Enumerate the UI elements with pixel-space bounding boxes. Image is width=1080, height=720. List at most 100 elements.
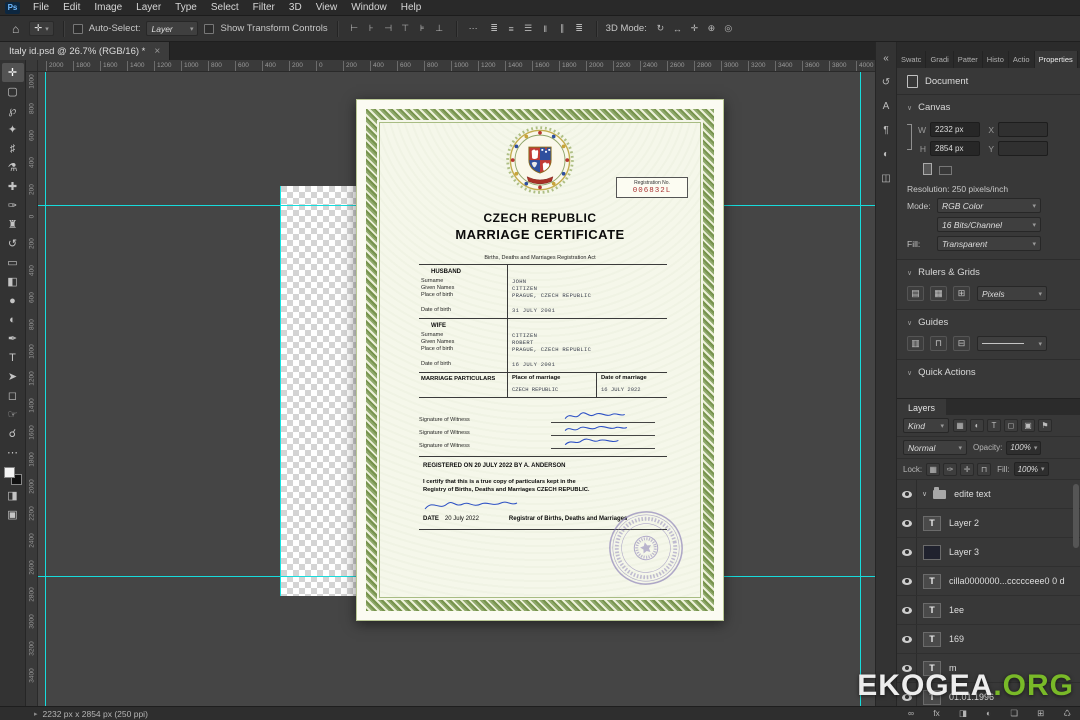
chevron-down-icon[interactable]: ∨	[907, 319, 912, 327]
distribute-bottom-icon[interactable]: ☰	[521, 21, 536, 36]
ruler-icon[interactable]: ▤	[907, 286, 924, 301]
layer-visibility-eye-icon[interactable]	[897, 596, 917, 624]
screen-mode-icon[interactable]: ▣	[2, 505, 24, 524]
tab-properties[interactable]: Properties	[1034, 51, 1078, 68]
pen-tool-icon[interactable]: ✒	[2, 329, 24, 348]
current-tool-indicator[interactable]: ✛ ▾	[29, 21, 54, 36]
lock-pixels-icon[interactable]: ✑	[943, 462, 958, 476]
adjustments-panel-icon[interactable]: ◐	[877, 146, 895, 162]
layers-panel-tab[interactable]: Layers	[897, 399, 947, 415]
layer-name[interactable]: 169	[949, 634, 964, 644]
collapse-panels-icon[interactable]: «	[877, 50, 895, 66]
align-center-horizontal-icon[interactable]: ⊦	[364, 21, 379, 36]
chevron-down-icon[interactable]: ∨	[907, 369, 912, 377]
quick-mask-icon[interactable]: ◨	[2, 486, 24, 505]
brush-tool-icon[interactable]: ✑	[2, 196, 24, 215]
auto-select-dropdown[interactable]: Layer ▾	[146, 21, 199, 36]
grid-icon[interactable]: ▦	[930, 286, 947, 301]
close-tab-icon[interactable]: ×	[154, 46, 160, 57]
distribute-middle-icon[interactable]: ≡	[504, 21, 519, 36]
layer-row[interactable]: T 169	[897, 625, 1080, 654]
history-panel-icon[interactable]: ↺	[877, 74, 895, 90]
3d-scale-icon[interactable]: ◎	[721, 21, 736, 36]
status-arrow-icon[interactable]: ▸	[34, 710, 38, 718]
libraries-panel-icon[interactable]: ◫	[877, 170, 895, 186]
menu-item[interactable]: 3D	[282, 2, 309, 13]
layer-row[interactable]: Layer 3	[897, 538, 1080, 567]
clone-stamp-tool-icon[interactable]: ♜	[2, 215, 24, 234]
lock-position-icon[interactable]: ✛	[960, 462, 975, 476]
align-middle-icon[interactable]: ⊧	[415, 21, 430, 36]
tab-gradients[interactable]: Gradi	[926, 51, 954, 68]
link-layers-icon[interactable]: ∞	[908, 708, 914, 719]
guide-style-dropdown[interactable]: ▾	[977, 336, 1047, 351]
paragraph-panel-icon[interactable]: ¶	[877, 122, 895, 138]
hand-tool-icon[interactable]: ☞	[2, 405, 24, 424]
layer-name[interactable]: 1ee	[949, 605, 964, 615]
landscape-orientation-icon[interactable]	[939, 166, 952, 175]
align-right-icon[interactable]: ⊣	[381, 21, 396, 36]
menu-item[interactable]: View	[309, 2, 345, 13]
home-icon[interactable]: ⌂	[8, 22, 23, 36]
path-select-tool-icon[interactable]: ➤	[2, 367, 24, 386]
3d-rotate-icon[interactable]: ↻	[653, 21, 668, 36]
blend-mode-dropdown[interactable]: Normal ▾	[903, 440, 967, 455]
filter-type-layers-icon[interactable]: T	[987, 419, 1001, 432]
certificate-document[interactable]: Registration No. 006832L CZECH REPUBLIC …	[356, 99, 724, 621]
foreground-color-swatch[interactable]	[3, 467, 15, 478]
layer-effects-icon[interactable]: fx	[933, 708, 940, 719]
layer-name[interactable]: cilla0000000...ccccceee0 0 d	[949, 576, 1065, 586]
layer-kind-dropdown[interactable]: Kind ▾	[903, 418, 949, 433]
color-mode-dropdown[interactable]: RGB Color ▾	[937, 198, 1041, 213]
layer-visibility-eye-icon[interactable]	[897, 625, 917, 653]
tab-swatches[interactable]: Swatc	[897, 51, 927, 68]
canvas-fill-dropdown[interactable]: Transparent ▾	[937, 236, 1041, 251]
menu-item[interactable]: Image	[87, 2, 129, 13]
chevron-down-icon[interactable]: ∨	[907, 104, 912, 112]
menu-item[interactable]: Filter	[246, 2, 282, 13]
horizontal-ruler[interactable]: 2000 1800 1600 1400 1200 1000 800 600 400 200 0 200…	[38, 60, 875, 72]
lock-transparency-icon[interactable]: ▦	[926, 462, 941, 476]
layer-row[interactable]: ∨ edite text	[897, 480, 1080, 509]
blur-tool-icon[interactable]: ●	[2, 291, 24, 310]
delete-layer-icon[interactable]: ♺	[1063, 708, 1071, 719]
marquee-tool-icon[interactable]: ▢	[2, 82, 24, 101]
layer-name[interactable]: Layer 3	[949, 547, 979, 557]
menu-item[interactable]: Window	[344, 2, 394, 13]
distribute-left-icon[interactable]: ‖	[538, 21, 553, 36]
more-align-options-icon[interactable]: ⋯	[466, 21, 481, 36]
type-tool-icon[interactable]: T	[2, 348, 24, 367]
move-tool-icon[interactable]: ✛	[1, 63, 24, 82]
align-left-icon[interactable]: ⊢	[347, 21, 362, 36]
zoom-tool-icon[interactable]: ☌	[2, 424, 24, 443]
gradient-tool-icon[interactable]: ◧	[2, 272, 24, 291]
distribute-right-icon[interactable]: ≣	[572, 21, 587, 36]
menu-item[interactable]: Layer	[129, 2, 168, 13]
ruler-origin-corner[interactable]	[26, 60, 38, 72]
distribute-top-icon[interactable]: ≣	[487, 21, 502, 36]
filter-adjustment-layers-icon[interactable]: ◐	[970, 419, 984, 432]
align-top-icon[interactable]: ⊤	[398, 21, 413, 36]
layer-row[interactable]: T 1ee	[897, 596, 1080, 625]
tab-histogram[interactable]: Histo	[983, 51, 1009, 68]
new-layer-icon[interactable]: ⊞	[1037, 708, 1044, 719]
clear-guides-icon[interactable]: ⊟	[953, 336, 970, 351]
lasso-tool-icon[interactable]: ℘	[2, 101, 24, 120]
menu-item[interactable]: Type	[168, 2, 204, 13]
filter-pixel-layers-icon[interactable]: ▦	[953, 419, 967, 432]
show-transform-checkbox[interactable]	[204, 23, 215, 34]
menu-item[interactable]: File	[26, 2, 56, 13]
color-swatches[interactable]	[3, 466, 23, 486]
guide-vertical[interactable]	[860, 72, 861, 706]
character-panel-icon[interactable]: A	[877, 98, 895, 114]
dodge-tool-icon[interactable]: ◐	[2, 310, 24, 329]
lock-all-icon[interactable]: ⊓	[977, 462, 992, 476]
history-brush-tool-icon[interactable]: ↺	[2, 234, 24, 253]
wh-link-bracket-icon[interactable]	[907, 124, 912, 150]
snap-icon[interactable]: ⊞	[953, 286, 970, 301]
layer-visibility-eye-icon[interactable]	[897, 509, 917, 537]
layer-row[interactable]: Tcilla0000000...ccccceee0 0 d	[897, 567, 1080, 596]
layer-row[interactable]: T Layer 2	[897, 509, 1080, 538]
height-field[interactable]: 2854 px	[930, 141, 980, 156]
menu-item[interactable]: Edit	[56, 2, 87, 13]
